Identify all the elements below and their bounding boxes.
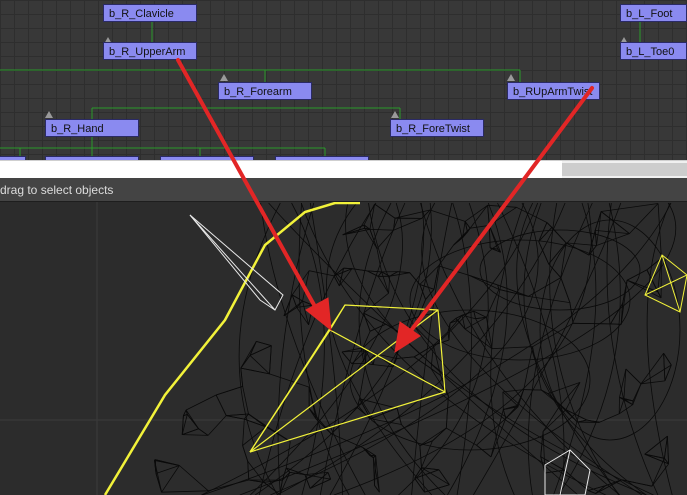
viewport-3d[interactable] [0, 202, 687, 495]
node-b-ruparmtwist[interactable]: b_RUpArmTwist [507, 82, 600, 100]
node-b-r-forearm[interactable]: b_R_Forearm [218, 82, 312, 100]
wireframe-mesh [0, 202, 687, 495]
node-b-r-clavicle[interactable]: b_R_Clavicle [103, 4, 197, 22]
schematic-view[interactable]: b_R_Clavicle b_R_UpperArm b_R_Forearm b_… [0, 0, 687, 160]
node-b-r-hand[interactable]: b_R_Hand [45, 119, 139, 137]
unselected-bone [189, 214, 284, 311]
scrollbar-thumb[interactable] [0, 161, 562, 178]
node-link-marker [507, 74, 515, 81]
node-link-marker [391, 111, 399, 118]
horizontal-scrollbar[interactable] [0, 160, 687, 178]
node-b-r-foretwist[interactable]: b_R_ForeTwist [390, 119, 484, 137]
node-b-l-toe0[interactable]: b_L_Toe0 [620, 42, 687, 60]
scrollbar-track[interactable] [562, 163, 687, 176]
status-prompt-text: drag to select objects [0, 183, 114, 197]
selected-bone [249, 304, 446, 453]
node-link-marker [220, 74, 228, 81]
status-prompt-bar: drag to select objects [0, 178, 687, 202]
node-b-r-upperarm[interactable]: b_R_UpperArm [103, 42, 197, 60]
node-b-l-foot[interactable]: b_L_Foot [620, 4, 687, 22]
node-link-marker [45, 111, 53, 118]
